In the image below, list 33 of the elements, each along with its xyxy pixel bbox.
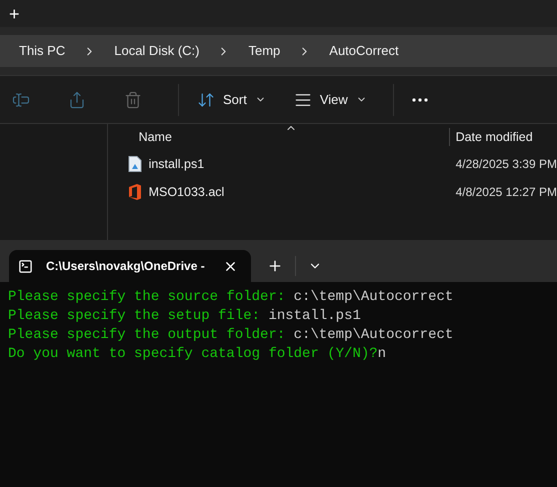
breadcrumb-item[interactable]: This PC <box>19 41 66 61</box>
terminal-icon <box>18 258 33 274</box>
breadcrumb-item[interactable]: Local Disk (C:) <box>114 41 200 61</box>
input-text: c:\temp\Autocorrect <box>294 327 454 343</box>
address-bar[interactable]: This PC Local Disk (C:) Temp AutoCorrect <box>0 35 557 67</box>
script-file-icon <box>128 156 142 172</box>
sort-button[interactable]: Sort <box>187 82 276 116</box>
more-icon <box>412 98 428 102</box>
input-text: c:\temp\Autocorrect <box>294 289 454 305</box>
column-header[interactable]: Date modified <box>448 128 533 146</box>
date-cell-text: 4/8/2025 12:27 PM <box>454 184 557 201</box>
prompt-text: Do you want to specify catalog folder (Y/N)? <box>8 346 378 362</box>
breadcrumb-item[interactable]: AutoCorrect <box>329 41 399 61</box>
date-cell-text: 4/28/2025 3:39 PM <box>454 156 557 173</box>
file-name[interactable]: MSO1033.acl <box>148 182 224 202</box>
sort-arrows-icon <box>197 90 215 108</box>
terminal-tab[interactable]: C:\Users\novakg\OneDrive - <box>9 250 251 282</box>
column-header[interactable]: Name <box>108 128 449 146</box>
file-name[interactable]: install.ps1 <box>148 154 204 174</box>
breadcrumb-item[interactable]: Temp <box>248 41 280 61</box>
trash-icon <box>124 90 142 108</box>
input-text: install.ps1 <box>268 308 361 324</box>
share-icon <box>68 90 86 108</box>
new-tab-icon[interactable] <box>267 258 283 274</box>
office-logo-icon <box>128 184 142 200</box>
prompt-text: Please specify the source folder: <box>8 289 286 305</box>
prompt-text: Please specify the setup file: <box>8 308 262 324</box>
tab-title: C:\Users\novakg\OneDrive - <box>46 258 206 275</box>
new-tab-plus[interactable]: + <box>9 4 20 22</box>
input-text: n <box>378 346 386 362</box>
rename-icon <box>12 90 30 108</box>
prompt-text: Please specify the output folder: <box>8 327 286 343</box>
view-button[interactable]: View <box>284 82 377 116</box>
